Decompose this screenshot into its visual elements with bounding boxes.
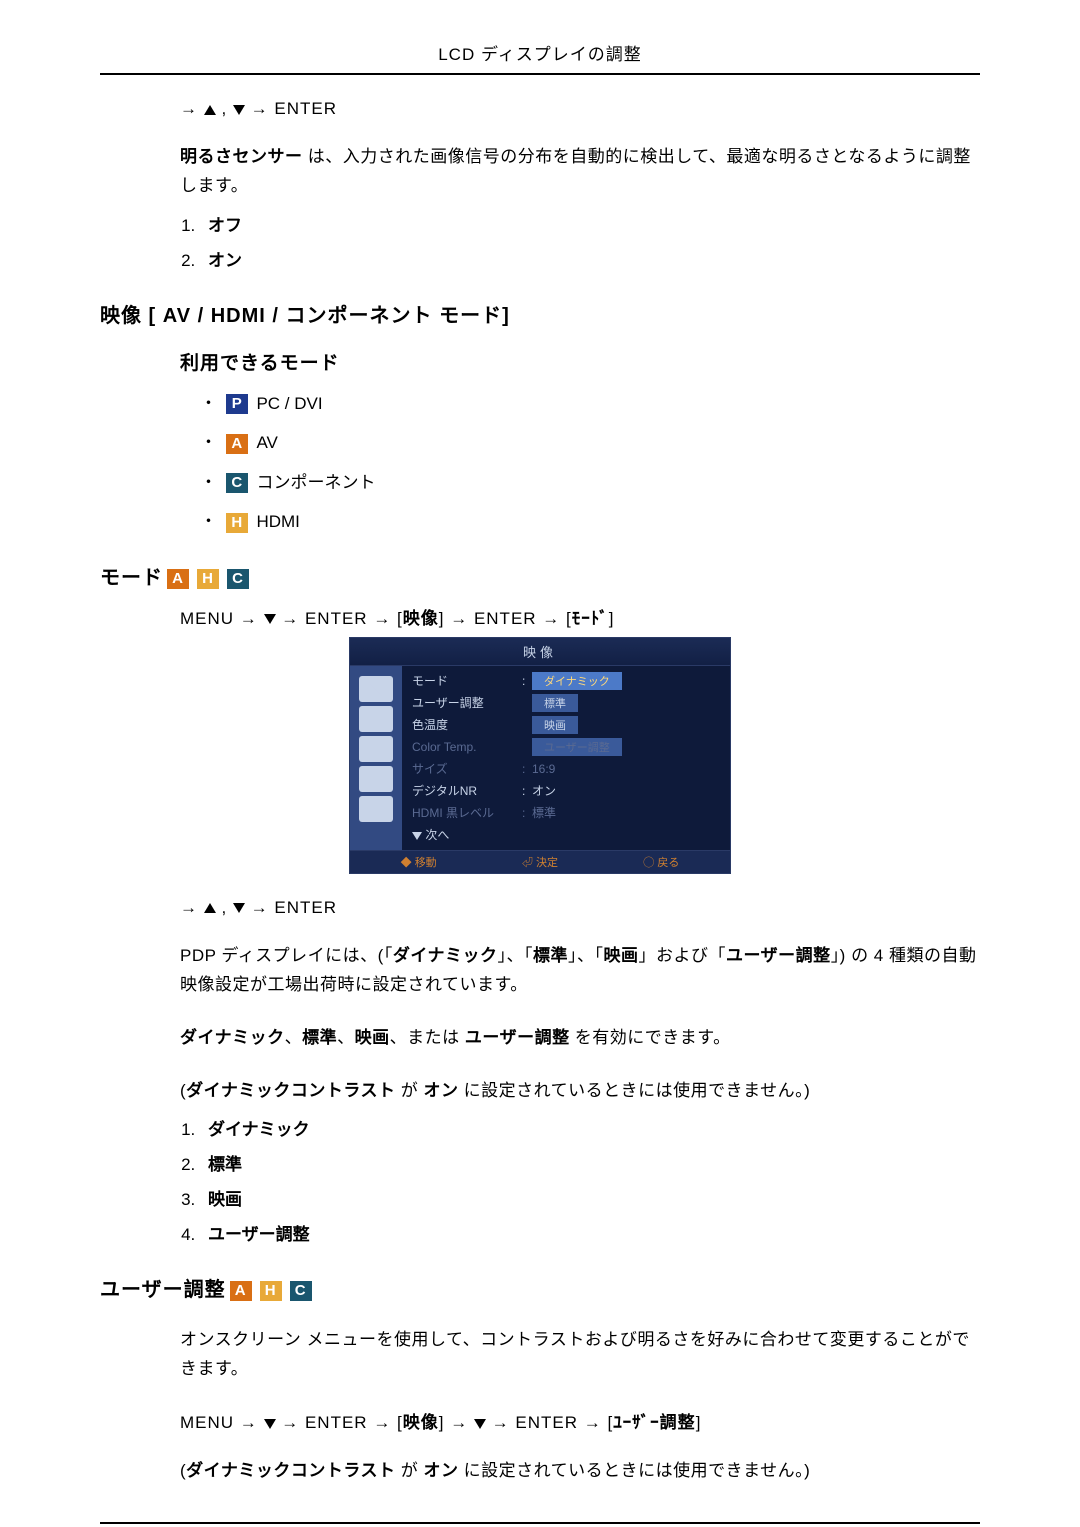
osd-side-icon: ◨: [359, 796, 393, 822]
list-item: ユーザー調整: [200, 1220, 980, 1245]
up-arrow-icon: [204, 105, 216, 115]
video-heading: 映像 [ AV / HDMI / コンポーネント モード]: [100, 299, 980, 328]
mode-hdmi: ・ H HDMI: [200, 507, 980, 533]
user-nav-sequence: MENU → → ENTER → [映像] → → ENTER → [ﾕｰｻﾞｰ…: [180, 1408, 980, 1433]
osd-row-colortone: Color Temp. ユーザー調整: [408, 736, 724, 758]
brightness-options: オフ オン: [180, 211, 980, 271]
osd-sidebar: ◥ ▣ ◉ ✿ ◨: [350, 666, 402, 850]
h-icon: H: [226, 513, 248, 533]
down-arrow-icon: [412, 832, 422, 840]
osd-row-coltemp: 色温度 映画: [408, 714, 724, 736]
user-desc: オンスクリーン メニューを使用して、コントラストおよび明るさを好みに合わせて変更…: [180, 1326, 980, 1384]
list-item: オフ: [200, 211, 980, 236]
h-icon: H: [260, 1281, 282, 1301]
mode-component: ・ C コンポーネント: [200, 468, 980, 494]
osd-side-icon: ▣: [359, 706, 393, 732]
dc-note-1: (ダイナミックコントラスト が オン に設定されているときには使用できません。): [180, 1077, 980, 1106]
nav-sequence-2: → , → ENTER: [180, 898, 980, 918]
page-title: LCD ディスプレイの調整: [100, 40, 980, 75]
osd-row-dnr: デジタルNR: オン: [408, 780, 724, 802]
mode-heading: モードAHC: [100, 561, 980, 590]
available-modes-heading: 利用できるモード: [180, 348, 980, 375]
enter-label: ENTER: [274, 898, 337, 917]
p-icon: P: [226, 394, 248, 414]
osd-row-hdmibl: HDMI 黒レベル: 標準: [408, 802, 724, 824]
mode-pc-dvi: ・ P PC / DVI: [200, 389, 980, 415]
osd-side-icon: ✿: [359, 766, 393, 792]
list-item: オン: [200, 246, 980, 271]
osd-side-icon: ◉: [359, 736, 393, 762]
down-arrow-icon: [264, 614, 276, 624]
c-icon: C: [227, 569, 249, 589]
user-adjust-heading: ユーザー調整AHC: [100, 1273, 980, 1302]
dc-note-2: (ダイナミックコントラスト が オン に設定されているときには使用できません。): [180, 1457, 980, 1486]
c-icon: C: [290, 1281, 312, 1301]
osd-row-size: サイズ: 16:9: [408, 758, 724, 780]
list-item: 映画: [200, 1185, 980, 1210]
mode-av: ・ A AV: [200, 428, 980, 454]
enable-line: ダイナミック、標準、映画、または ユーザー調整 を有効にできます。: [180, 1024, 980, 1053]
down-arrow-icon: [264, 1419, 276, 1429]
list-item: ダイナミック: [200, 1115, 980, 1140]
down-arrow-icon: [474, 1419, 486, 1429]
osd-footer: ◆ 移動 ⏎ 決定 ◯ 戻る: [350, 850, 730, 873]
osd-row-mode: モード: ダイナミック: [408, 670, 724, 692]
osd-side-icon: ◥: [359, 676, 393, 702]
list-item: 標準: [200, 1150, 980, 1175]
osd-title: 映像: [350, 638, 730, 666]
up-arrow-icon: [204, 903, 216, 913]
pdp-paragraph: PDP ディスプレイには、(「ダイナミック」、「標準」、「映画」および「ユーザー…: [180, 942, 980, 1000]
c-icon: C: [226, 473, 248, 493]
mode-nav-sequence: MENU → → ENTER → [映像] → ENTER → [ﾓｰﾄﾞ]: [180, 604, 980, 629]
osd-row-user: ユーザー調整 標準: [408, 692, 724, 714]
h-icon: H: [197, 569, 219, 589]
osd-row-next: 次へ: [408, 824, 724, 846]
osd-menu: 映像 ◥ ▣ ◉ ✿ ◨ モード: ダイナミック ユーザー調整 標準 色温度: [349, 637, 731, 874]
down-arrow-icon: [233, 105, 245, 115]
brightness-sensor-label: 明るさセンサー: [180, 147, 303, 166]
nav-sequence-1: → , → ENTER: [180, 99, 980, 119]
a-icon: A: [230, 1281, 252, 1301]
mode-options-list: ダイナミック 標準 映画 ユーザー調整: [180, 1115, 980, 1245]
footer-rule: [100, 1522, 980, 1524]
a-icon: A: [167, 569, 189, 589]
enter-label: ENTER: [274, 99, 337, 118]
down-arrow-icon: [233, 903, 245, 913]
brightness-paragraph: 明るさセンサー は、入力された画像信号の分布を自動的に検出して、最適な明るさとな…: [180, 143, 980, 201]
a-icon: A: [226, 434, 248, 454]
